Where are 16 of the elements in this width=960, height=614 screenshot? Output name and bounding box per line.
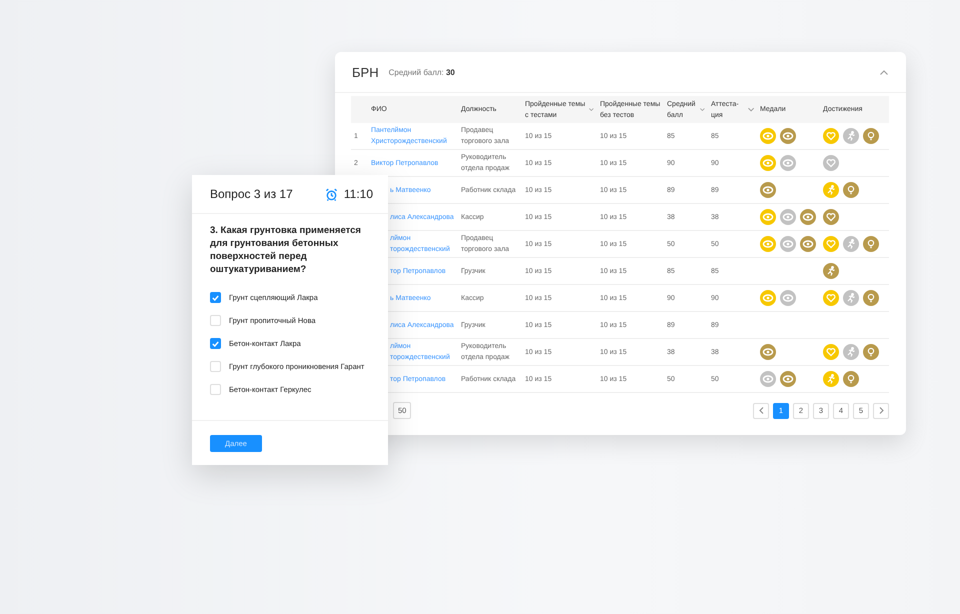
checkbox[interactable] bbox=[210, 338, 221, 349]
previous-page-button[interactable] bbox=[753, 402, 769, 418]
chevron-left-icon bbox=[758, 407, 764, 414]
sort-caret-icon[interactable] bbox=[700, 107, 705, 112]
quiz-title: Вопрос 3 из 17 bbox=[210, 187, 294, 201]
timer: 11:10 bbox=[344, 187, 373, 201]
checkbox[interactable] bbox=[210, 292, 221, 303]
alarm-clock-icon bbox=[324, 188, 338, 200]
next-page-button[interactable] bbox=[873, 402, 889, 418]
chevron-right-icon bbox=[878, 407, 884, 414]
average-score: Средний балл: 30 bbox=[388, 68, 455, 76]
sort-caret-icon[interactable] bbox=[748, 107, 754, 112]
question-text: 3. Какая грунтовка применяется для грунтования бетонных поверхностей перед оштукатуриванием? bbox=[209, 224, 362, 276]
sort-caret-icon[interactable] bbox=[589, 107, 594, 112]
panel-title: БРН bbox=[352, 64, 379, 80]
collapse-icon[interactable] bbox=[880, 70, 888, 74]
